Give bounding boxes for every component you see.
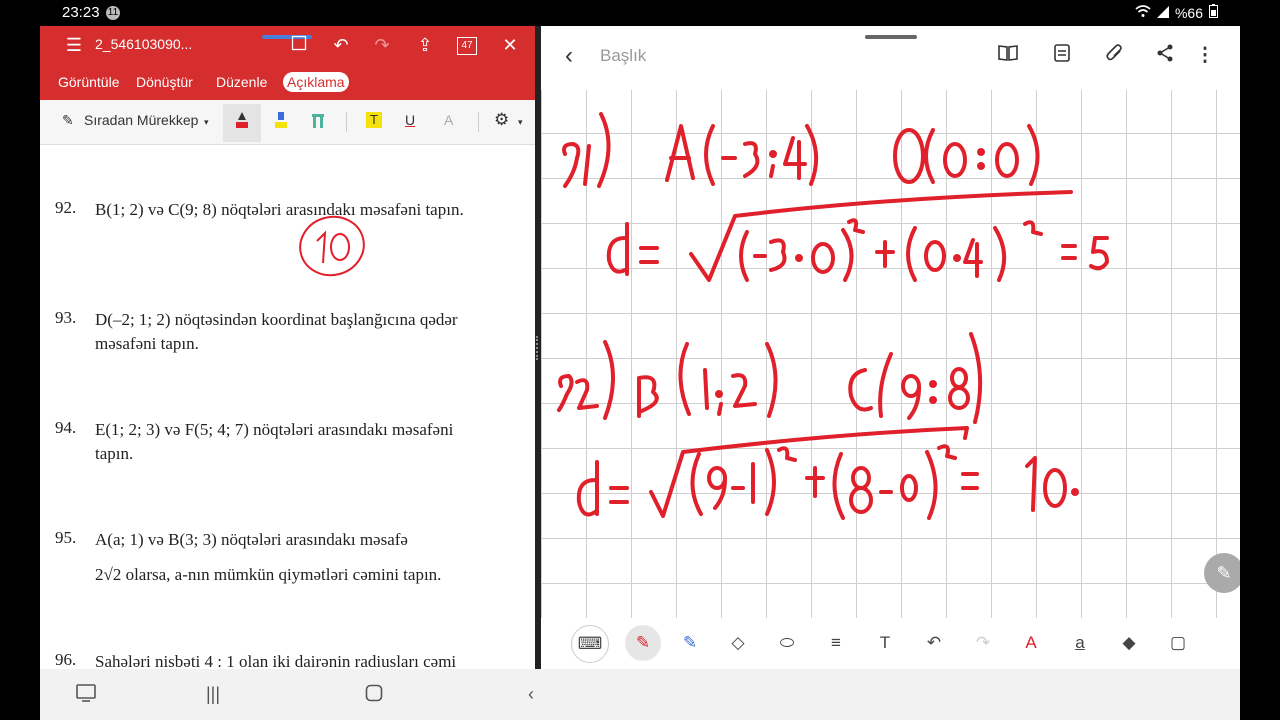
highlighter-icon[interactable] [274, 112, 288, 133]
drag-handle[interactable] [865, 35, 917, 39]
shapes-icon[interactable]: ◆ [1116, 630, 1142, 656]
file-name[interactable]: 2_546103090... [95, 36, 192, 52]
pen-tool-icon[interactable]: ✎ [625, 625, 661, 661]
book-view-icon[interactable] [996, 44, 1020, 68]
redo-icon[interactable]: ↷ [970, 630, 996, 656]
redo-icon[interactable]: ↷ [372, 35, 392, 55]
annotation-toolbar: ✎ Sıradan Mürekkep ▾ T U A ⚙ ▾ [40, 100, 535, 145]
status-bar: 23:23 11 %66 [0, 0, 1280, 26]
divider [478, 112, 479, 132]
home-icon[interactable] [365, 684, 383, 707]
signal-icon [1156, 5, 1169, 21]
handwritten-answer-annotation [299, 215, 365, 277]
highlight-area-icon[interactable] [311, 112, 325, 133]
underline-icon[interactable]: U [405, 112, 415, 128]
save-icon[interactable] [289, 35, 309, 55]
chevron-down-icon[interactable]: ▾ [518, 117, 523, 128]
screen-lock-icon[interactable]: ▢ [1165, 630, 1191, 656]
text-color-icon[interactable]: A [1018, 630, 1044, 656]
pen-icon[interactable]: ✎ [62, 112, 74, 129]
battery-level: %66 [1174, 4, 1203, 21]
notes-header: ‹ Başlık ⋮ [541, 26, 1240, 90]
red-pen-icon[interactable] [235, 112, 249, 133]
undo-icon[interactable]: ↶ [331, 35, 351, 55]
notes-pane: ‹ Başlık ⋮ ✎ ⌨ ✎ ✎ ◇ ⬭ ≡ T ↶ ↷ A a ◆ ▢ [541, 26, 1240, 669]
more-options-icon[interactable]: ⋮ [1193, 44, 1217, 67]
chevron-down-icon[interactable]: ▾ [204, 117, 209, 128]
share-icon[interactable]: ⇪ [415, 35, 435, 55]
handwriting-canvas[interactable] [541, 26, 1240, 669]
navigation-bar: ||| ‹ [40, 669, 1240, 720]
undo-icon[interactable]: ↶ [921, 630, 947, 656]
wifi-icon [1135, 4, 1151, 21]
edit-fab-icon[interactable]: ✎ [1204, 553, 1240, 593]
back-arrow-icon[interactable]: ‹ [565, 42, 573, 70]
ink-type-label[interactable]: Sıradan Mürekkep [84, 112, 198, 128]
back-icon[interactable]: ‹ [528, 684, 534, 705]
strikethrough-icon[interactable]: A [444, 112, 453, 128]
eraser-icon[interactable]: ◇ [725, 630, 751, 656]
pen-toolbar: ⌨ ✎ ✎ ◇ ⬭ ≡ T ↶ ↷ A a ◆ ▢ [541, 618, 1240, 669]
page-list-icon[interactable] [1050, 44, 1074, 68]
close-icon[interactable]: ✕ [500, 35, 520, 55]
menu-view[interactable]: Görüntüle [58, 74, 119, 90]
highlighter-icon[interactable]: ✎ [677, 630, 703, 656]
menu-edit[interactable]: Düzenle [216, 74, 267, 90]
page-count-badge[interactable]: 47 [457, 37, 477, 55]
menu-annotate[interactable]: Açıklama [283, 72, 349, 92]
pdf-viewer-pane: ☰ 2_546103090... ↶ ↷ ⇪ 47 ✕ Görüntüle Dö… [40, 26, 535, 669]
screen-split-icon[interactable] [76, 684, 96, 707]
share-icon[interactable] [1153, 44, 1177, 68]
handwriting-to-text-icon[interactable]: T [872, 630, 898, 656]
pdf-header: ☰ 2_546103090... ↶ ↷ ⇪ 47 ✕ Görüntüle Dö… [40, 26, 535, 100]
keyboard-icon[interactable]: ⌨ [571, 625, 609, 663]
clock: 23:23 [62, 4, 100, 21]
text-highlight-icon[interactable]: T [366, 112, 382, 128]
menu-convert[interactable]: Dönüştür [136, 74, 193, 90]
notification-badge: 11 [106, 6, 120, 20]
text-format-icon[interactable]: a [1067, 630, 1093, 656]
attachment-icon[interactable] [1103, 44, 1127, 68]
hamburger-menu-icon[interactable]: ☰ [64, 35, 84, 55]
settings-icon[interactable]: ⚙ [494, 110, 509, 130]
battery-icon [1209, 4, 1218, 21]
divider [346, 112, 347, 132]
lasso-select-icon[interactable]: ⬭ [774, 630, 800, 656]
note-title[interactable]: Başlık [600, 46, 646, 66]
text-align-icon[interactable]: ≡ [823, 630, 849, 656]
recent-apps-icon[interactable]: ||| [206, 684, 220, 705]
